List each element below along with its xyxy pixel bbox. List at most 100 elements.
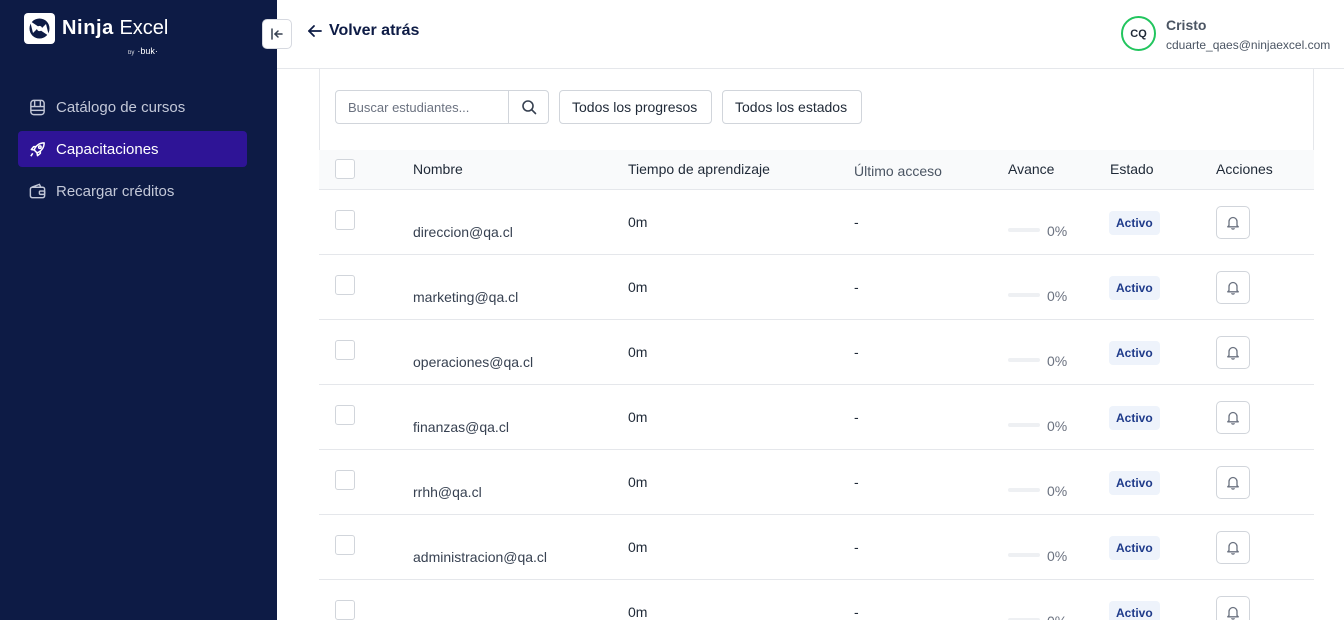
select-all-checkbox[interactable] — [335, 159, 355, 179]
last-access: - — [854, 409, 859, 425]
notify-button[interactable] — [1216, 596, 1250, 620]
user-email: cduarte_qaes@ninjaexcel.com — [1166, 38, 1331, 52]
sidebar-item-label: Capacitaciones — [56, 140, 159, 158]
sidebar-item-recargar[interactable]: Recargar créditos — [18, 173, 247, 209]
table-row: finanzas@qa.cl 0m - 0% Activo — [319, 385, 1314, 450]
progress-percent: 0% — [1047, 353, 1068, 369]
brand-name: Ninja Excel — [62, 17, 168, 40]
bell-icon — [1227, 281, 1239, 295]
progress-bar — [1008, 358, 1040, 362]
wallet-icon — [27, 181, 47, 201]
user-name: Cristo — [1166, 17, 1207, 33]
brand-by-label: by — [128, 50, 135, 56]
learning-time: 0m — [628, 409, 648, 425]
progress-percent: 0% — [1047, 418, 1068, 434]
notify-button[interactable] — [1216, 531, 1250, 564]
status-badge: Activo — [1109, 211, 1160, 235]
progress-bar — [1008, 293, 1040, 297]
progress-filter-select[interactable]: Todos los progresos — [559, 90, 712, 124]
status-badge: Activo — [1109, 341, 1160, 365]
status-badge: Activo — [1109, 406, 1160, 430]
column-header-progress[interactable]: Avance — [1008, 161, 1054, 177]
table-row: direccion@qa.cl 0m - 0% Activo — [319, 190, 1314, 255]
row-checkbox[interactable] — [335, 210, 355, 230]
sidebar-item-label: Catálogo de cursos — [56, 98, 186, 116]
collapse-sidebar-button[interactable] — [262, 19, 292, 49]
row-checkbox[interactable] — [335, 340, 355, 360]
column-header-last-access[interactable]: Último acceso — [854, 163, 942, 179]
back-label: Volver atrás — [329, 22, 420, 39]
learning-time: 0m — [628, 604, 648, 620]
progress-percent: 0% — [1047, 548, 1068, 564]
search-button[interactable] — [508, 91, 548, 123]
search-input[interactable] — [336, 91, 508, 123]
last-access: - — [854, 474, 859, 490]
progress-percent: 0% — [1047, 483, 1068, 499]
sidebar-nav: Catálogo de cursos Capacitaciones Recarg… — [18, 89, 247, 215]
table-row: 0m - 0% Activo — [319, 580, 1314, 620]
status-badge: Activo — [1109, 536, 1160, 560]
avatar[interactable]: CQ — [1121, 16, 1156, 51]
sidebar-item-catalogo[interactable]: Catálogo de cursos — [18, 89, 247, 125]
progress-percent: 0% — [1047, 288, 1068, 304]
sidebar: Ninja Excel by·buk· Catálogo de cursos — [0, 0, 277, 620]
state-filter-select[interactable]: Todos los estados — [722, 90, 862, 124]
row-checkbox[interactable] — [335, 405, 355, 425]
learning-time: 0m — [628, 539, 648, 555]
student-email: marketing@qa.cl — [413, 289, 519, 305]
status-badge: Activo — [1109, 471, 1160, 495]
table-row: rrhh@qa.cl 0m - 0% Activo — [319, 450, 1314, 515]
bell-icon — [1227, 346, 1239, 360]
brand-by: by ·buk· — [128, 46, 158, 56]
notify-button[interactable] — [1216, 271, 1250, 304]
user-menu[interactable]: CQ Cristo cduarte_qaes@ninjaexcel.com — [1120, 15, 1330, 55]
sidebar-item-label: Recargar créditos — [56, 182, 175, 200]
row-checkbox[interactable] — [335, 535, 355, 555]
back-button[interactable]: Volver atrás — [307, 22, 419, 40]
progress-percent: 0% — [1047, 613, 1067, 620]
progress-bar — [1008, 488, 1040, 492]
progress-filter-value: Todos los progresos — [572, 99, 698, 115]
row-checkbox[interactable] — [335, 600, 355, 620]
brand-by-name: ·buk· — [137, 46, 158, 56]
brand-name-bold: Ninja — [62, 17, 114, 39]
bell-icon — [1227, 411, 1239, 425]
table-row: administracion@qa.cl 0m - 0% Activo — [319, 515, 1314, 580]
state-filter-value: Todos los estados — [735, 99, 848, 115]
student-email: rrhh@qa.cl — [413, 484, 482, 500]
search-box — [335, 90, 549, 124]
column-header-name[interactable]: Nombre — [413, 161, 463, 177]
top-header: Volver atrás CQ Cristo cduarte_qaes@ninj… — [277, 0, 1344, 69]
last-access: - — [854, 604, 859, 620]
brand-logo[interactable]: Ninja Excel by ·buk· — [24, 13, 204, 59]
row-checkbox[interactable] — [335, 470, 355, 490]
student-email: finanzas@qa.cl — [413, 419, 509, 435]
catalog-icon — [27, 97, 47, 117]
status-badge: Activo — [1109, 276, 1160, 300]
last-access: - — [854, 279, 859, 295]
collapse-left-icon — [271, 28, 283, 40]
notify-button[interactable] — [1216, 336, 1250, 369]
arrow-left-icon — [308, 25, 322, 37]
column-header-time[interactable]: Tiempo de aprendizaje — [628, 161, 770, 177]
notify-button[interactable] — [1216, 206, 1250, 239]
column-header-state[interactable]: Estado — [1110, 161, 1154, 177]
progress-percent: 0% — [1047, 223, 1068, 239]
progress-bar — [1008, 228, 1040, 232]
ninja-logo-icon — [24, 13, 55, 44]
sidebar-item-capacitaciones[interactable]: Capacitaciones — [18, 131, 247, 167]
learning-time: 0m — [628, 214, 648, 230]
last-access: - — [854, 214, 859, 230]
bell-icon — [1227, 216, 1239, 230]
row-checkbox[interactable] — [335, 275, 355, 295]
last-access: - — [854, 344, 859, 360]
progress-bar — [1008, 553, 1040, 557]
student-email: direccion@qa.cl — [413, 224, 513, 240]
last-access: - — [854, 539, 859, 555]
column-header-actions: Acciones — [1216, 161, 1273, 177]
notify-button[interactable] — [1216, 401, 1250, 434]
bell-icon — [1227, 476, 1239, 490]
notify-button[interactable] — [1216, 466, 1250, 499]
table-row: marketing@qa.cl 0m - 0% Activo — [319, 255, 1314, 320]
learning-time: 0m — [628, 474, 648, 490]
